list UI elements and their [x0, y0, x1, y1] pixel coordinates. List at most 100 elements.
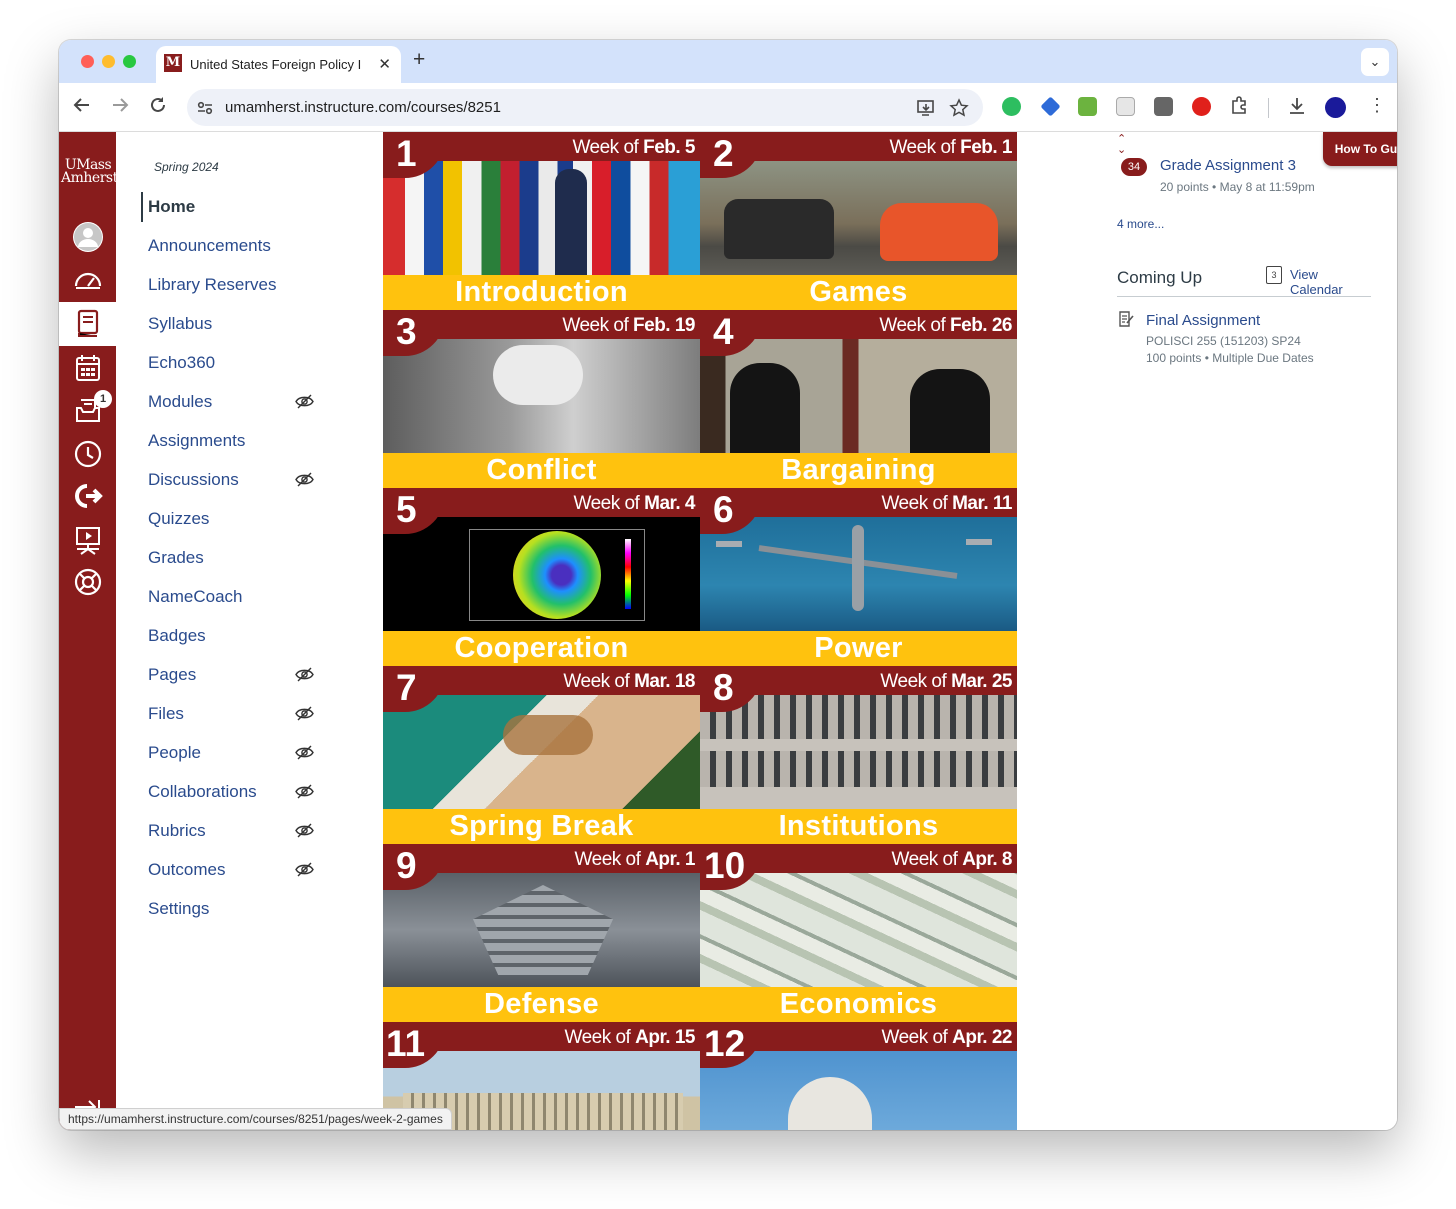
arm-wrestling-photo: [383, 339, 700, 453]
browser-tab[interactable]: M United States Foreign Policy I ✕: [156, 46, 401, 83]
tab-search-button[interactable]: ⌄: [1361, 48, 1389, 76]
courses-nav[interactable]: [59, 302, 116, 346]
week-10-tile[interactable]: 10 Week of Apr. 8 Economics: [700, 844, 1017, 1022]
nav-people[interactable]: People: [141, 738, 321, 768]
logo-line-2: Amherst: [61, 170, 118, 186]
rocks: [503, 715, 593, 755]
site-settings-icon[interactable]: [197, 100, 213, 116]
nav-discussions[interactable]: Discussions: [141, 465, 321, 495]
history-nav[interactable]: [59, 434, 116, 474]
nav-library-reserves[interactable]: Library Reserves: [141, 270, 321, 300]
calendar-nav[interactable]: [59, 348, 116, 388]
close-tab-icon[interactable]: ✕: [378, 55, 391, 73]
nav-echo360[interactable]: Echo360: [141, 348, 321, 378]
minimize-window-button[interactable]: [102, 55, 115, 68]
bookmark-star-icon[interactable]: [949, 98, 969, 118]
week-5-tile[interactable]: 5 Week of Mar. 4 Cooperation: [383, 488, 700, 666]
nav-badges[interactable]: Badges: [141, 621, 321, 651]
account-nav[interactable]: [59, 214, 116, 254]
nav-outcomes[interactable]: Outcomes: [141, 855, 321, 885]
week-title: Power: [814, 632, 903, 664]
academic-extension-icon[interactable]: [1040, 96, 1061, 117]
hidden-eye-icon: [295, 667, 314, 682]
signer-right: [910, 369, 990, 453]
document-extension-icon[interactable]: [1116, 97, 1135, 116]
view-calendar-link[interactable]: View Calendar: [1290, 267, 1373, 297]
arrow-left-icon: [73, 98, 89, 112]
nav-rubrics[interactable]: Rubrics: [141, 816, 321, 846]
week-title: Conflict: [486, 454, 597, 486]
nav-assignments[interactable]: Assignments: [141, 426, 321, 456]
reload-button[interactable]: [149, 96, 167, 118]
week-3-tile[interactable]: 3 Week of Feb. 19 Conflict: [383, 310, 700, 488]
nav-pages[interactable]: Pages: [141, 660, 321, 690]
nav-label: Collaborations: [148, 782, 257, 801]
studio-nav[interactable]: [59, 476, 116, 516]
print-extension-icon[interactable]: [1078, 97, 1097, 116]
address-bar[interactable]: umamherst.instructure.com/courses/8251: [187, 89, 983, 126]
nav-label: Files: [148, 704, 184, 723]
week-1-tile[interactable]: 1 Week of Feb. 5 Introduction: [383, 132, 700, 310]
todo-title-link[interactable]: Grade Assignment 3: [1160, 157, 1296, 174]
nav-syllabus[interactable]: Syllabus: [141, 309, 321, 339]
nav-modules[interactable]: Modules: [141, 387, 321, 417]
install-app-icon[interactable]: [916, 98, 936, 118]
nav-files[interactable]: Files: [141, 699, 321, 729]
umass-logo[interactable]: UMass Amherst: [61, 158, 118, 186]
term-label: Spring 2024: [154, 160, 219, 174]
upcoming-title-link[interactable]: Final Assignment: [1146, 312, 1260, 329]
nav-settings[interactable]: Settings: [141, 894, 321, 924]
profile-avatar[interactable]: [1325, 97, 1346, 118]
dashboard-nav[interactable]: [59, 260, 116, 300]
nav-home[interactable]: Home: [141, 192, 321, 222]
week-number: 7: [396, 667, 417, 708]
week-number: 2: [713, 133, 734, 174]
close-window-button[interactable]: [81, 55, 94, 68]
adblock-extension-icon[interactable]: [1192, 97, 1211, 116]
nav-namecoach[interactable]: NameCoach: [141, 582, 321, 612]
week-date-prefix: Week of: [572, 137, 644, 158]
more-todos-link[interactable]: 4 more...: [1117, 217, 1164, 231]
scroll-toggle-icon[interactable]: ⌃ ⌄: [1117, 134, 1126, 156]
downloads-button[interactable]: [1287, 96, 1307, 120]
clasped-hands: [493, 345, 583, 405]
week-4-tile[interactable]: 4 Week of Feb. 26 Bargaining: [700, 310, 1017, 488]
inbox-unread-badge: 1: [94, 390, 112, 408]
upcoming-meta: 100 points • Multiple Due Dates: [1146, 351, 1314, 365]
week-8-tile[interactable]: 8 Week of Mar. 25 Institutions: [700, 666, 1017, 844]
help-nav[interactable]: [59, 562, 116, 602]
todo-meta: 20 points • May 8 at 11:59pm: [1160, 180, 1315, 194]
divider: [1117, 296, 1371, 297]
escort-jet-right: [966, 539, 992, 545]
extensions-button[interactable]: [1229, 96, 1249, 120]
pentagon-building: [473, 885, 613, 975]
echo360-nav[interactable]: [59, 520, 116, 560]
hidden-eye-icon: [295, 862, 314, 877]
week-12-tile[interactable]: 12 Week of Apr. 22: [700, 1022, 1017, 1130]
how-to-guides-button[interactable]: How To Guides: [1323, 132, 1397, 166]
maximize-window-button[interactable]: [123, 55, 136, 68]
back-button[interactable]: [73, 96, 91, 118]
new-tab-button[interactable]: +: [413, 49, 425, 70]
coming-up-heading: Coming Up: [1117, 268, 1203, 287]
week-6-tile[interactable]: 6 Week of Mar. 11 Power: [700, 488, 1017, 666]
evernote-extension-icon[interactable]: [1002, 97, 1021, 116]
week-date-value: Feb. 5: [643, 137, 695, 158]
toolbar-divider: [1268, 98, 1269, 118]
week-date: Week of Feb. 5: [572, 137, 695, 159]
week-date-value: Apr. 15: [635, 1027, 695, 1048]
nav-collaborations[interactable]: Collaborations: [141, 777, 321, 807]
hypothesis-extension-icon[interactable]: [1154, 97, 1173, 116]
nav-quizzes[interactable]: Quizzes: [141, 504, 321, 534]
beach-photo: [383, 695, 700, 809]
nav-announcements[interactable]: Announcements: [141, 231, 321, 261]
browser-menu-icon[interactable]: ⋮: [1368, 95, 1386, 115]
week-9-tile[interactable]: 9 Week of Apr. 1 Defense: [383, 844, 700, 1022]
nav-grades[interactable]: Grades: [141, 543, 321, 573]
inbox-nav[interactable]: 1: [59, 390, 116, 430]
black-car: [724, 199, 834, 259]
week-2-tile[interactable]: 2 Week of Feb. 1 Games: [700, 132, 1017, 310]
week-7-tile[interactable]: 7 Week of Mar. 18 Spring Break: [383, 666, 700, 844]
facade-band: [700, 739, 1017, 751]
forward-button[interactable]: [111, 96, 129, 118]
